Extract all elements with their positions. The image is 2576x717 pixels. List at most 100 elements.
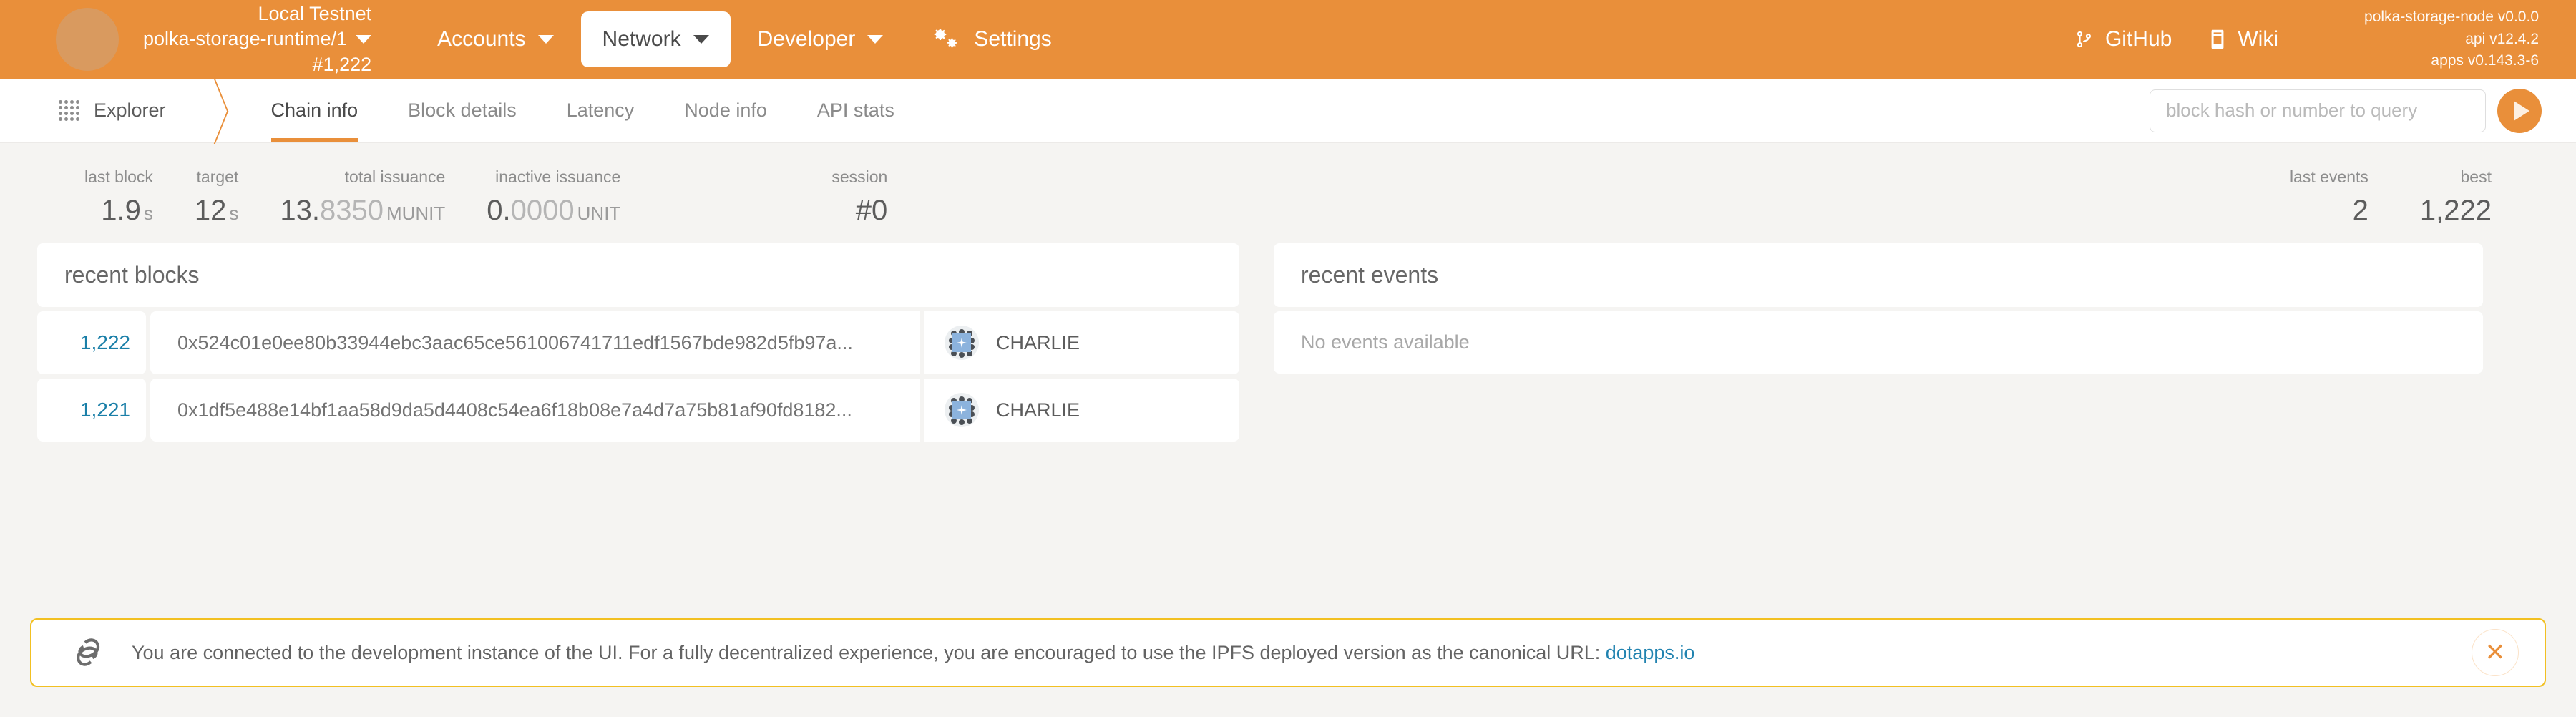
stat-target: target 12 s <box>195 169 239 225</box>
chevron-down-icon <box>867 35 884 44</box>
link-chain-icon <box>77 638 100 666</box>
api-version: api v12.4.2 <box>2465 30 2539 47</box>
stat-unit: s <box>229 203 239 224</box>
stat-session: session #0 <box>831 169 887 225</box>
nav-bar: Explorer Chain info Block details Latenc… <box>0 79 2576 143</box>
menu-item-label: Accounts <box>437 27 526 51</box>
stat-label: total issuance <box>344 167 446 186</box>
stat-number-fraction: 8350 <box>319 195 384 226</box>
external-links: GitHub Wiki <box>2075 27 2278 52</box>
menu-item-settings[interactable]: Settings <box>910 11 1073 67</box>
chain-best-block: #1,222 <box>312 53 372 75</box>
identicon-avatar <box>945 326 979 360</box>
stat-best: best 1,222 <box>2420 169 2492 225</box>
chevron-down-icon <box>693 35 709 44</box>
book-icon <box>2211 29 2224 49</box>
stat-label: last block <box>84 167 153 186</box>
stat-number: 1.9 <box>101 195 141 226</box>
table-row: 1,222 0x524c01e0ee80b33944ebc3aac65ce561… <box>37 311 1239 374</box>
stat-last-events: last events 2 <box>2290 169 2368 225</box>
recent-events-title: recent events <box>1274 243 2483 307</box>
chain-avatar <box>56 8 119 71</box>
tab-label: Latency <box>566 99 635 121</box>
stat-value: 2 <box>2352 195 2368 226</box>
recent-events-panel: recent events No events available <box>1274 243 2483 374</box>
tab-list: Chain info Block details Latency Node in… <box>246 79 919 142</box>
summary-bar: last block 1.9 s target 12 s total issuanc… <box>0 143 2576 243</box>
tab-label: Node info <box>684 99 767 121</box>
breadcrumb-label: Explorer <box>94 99 166 121</box>
tab-label: API stats <box>816 99 894 121</box>
stat-label: best <box>2460 167 2492 186</box>
stat-label: session <box>831 167 888 186</box>
stat-number-whole: 0. <box>487 195 511 226</box>
tab-latency[interactable]: Latency <box>542 79 660 142</box>
author-name: CHARLIE <box>996 331 1080 353</box>
breadcrumb-separator <box>186 79 229 142</box>
chain-runtime: polka-storage-runtime/1 <box>143 26 372 52</box>
tab-chain-info[interactable]: Chain info <box>246 79 384 142</box>
block-number-link[interactable]: 1,222 <box>37 311 146 374</box>
banner-message: You are connected to the development ins… <box>132 642 2472 664</box>
menu-item-label: Settings <box>974 27 1052 51</box>
menu-item-label: Developer <box>757 27 856 51</box>
block-number-link[interactable]: 1,221 <box>37 379 146 442</box>
stat-value: 0.0000 UNIT <box>487 196 620 225</box>
grid-dots-icon <box>59 100 79 121</box>
menu-item-developer[interactable]: Developer <box>736 11 905 67</box>
main-menu: Accounts Network Developer Settings <box>416 11 1073 67</box>
stat-label: last events <box>2289 167 2368 186</box>
menu-item-accounts[interactable]: Accounts <box>416 11 575 67</box>
author-name: CHARLIE <box>996 399 1080 421</box>
recent-blocks-title: recent blocks <box>37 243 1239 307</box>
search-input[interactable] <box>2150 89 2486 132</box>
recent-blocks-table: 1,222 0x524c01e0ee80b33944ebc3aac65ce561… <box>37 311 1239 442</box>
search-submit-button[interactable] <box>2497 88 2542 133</box>
tab-label: Chain info <box>270 99 358 121</box>
tab-label: Block details <box>408 99 517 121</box>
tab-block-details[interactable]: Block details <box>383 79 542 142</box>
node-version: polka-storage-node v0.0.0 <box>2364 9 2539 26</box>
github-link[interactable]: GitHub <box>2075 27 2172 52</box>
stat-total-issuance: total issuance 13.8350 MUNIT <box>280 169 445 225</box>
block-author: CHARLIE <box>924 379 1239 442</box>
tab-node-info[interactable]: Node info <box>659 79 792 142</box>
identicon-avatar <box>945 393 979 427</box>
stat-value: 13.8350 MUNIT <box>280 196 445 225</box>
search-area <box>2150 88 2576 133</box>
table-row: 1,221 0x1df5e488e14bf1aa58d9da5d4408c54e… <box>37 379 1239 442</box>
stat-unit: MUNIT <box>386 203 446 224</box>
tab-api-stats[interactable]: API stats <box>792 79 919 142</box>
dotapps-link[interactable]: dotapps.io <box>1606 642 1695 663</box>
stat-unit: s <box>143 203 153 224</box>
version-info: polka-storage-node v0.0.0 api v12.4.2 ap… <box>2364 6 2539 72</box>
chain-selector[interactable]: Local Testnet polka-storage-runtime/1 #1… <box>56 1 372 78</box>
wiki-link[interactable]: Wiki <box>2209 27 2278 52</box>
chain-name: Local Testnet <box>258 2 372 24</box>
menu-item-network[interactable]: Network <box>580 11 731 67</box>
block-hash[interactable]: 0x524c01e0ee80b33944ebc3aac65ce561006741… <box>150 311 920 374</box>
stat-value: #0 <box>855 195 888 226</box>
stat-label: target <box>196 167 239 186</box>
development-instance-banner: You are connected to the development ins… <box>30 618 2546 687</box>
chevron-down-icon <box>537 35 554 44</box>
stat-value: 12 s <box>195 196 239 225</box>
chevron-down-icon[interactable] <box>356 35 372 44</box>
menu-item-label: Network <box>602 27 681 51</box>
banner-text-before: You are connected to the development ins… <box>132 641 1606 663</box>
play-icon <box>2514 100 2529 121</box>
breadcrumb-explorer[interactable]: Explorer <box>0 79 166 142</box>
stat-number-fraction: 0000 <box>510 195 575 226</box>
main-content: recent blocks 1,222 0x524c01e0ee80b33944… <box>0 243 2576 442</box>
block-hash[interactable]: 0x1df5e488e14bf1aa58d9da5d4408c54ea6f18b… <box>150 379 920 442</box>
chain-info: Local Testnet polka-storage-runtime/1 #1… <box>143 1 372 78</box>
github-label: GitHub <box>2104 27 2172 51</box>
wiki-label: Wiki <box>2238 27 2278 51</box>
stat-number: 12 <box>194 195 227 226</box>
close-icon[interactable]: ✕ <box>2472 629 2519 676</box>
stat-unit: UNIT <box>577 203 621 224</box>
stat-number-whole: 13. <box>280 195 320 226</box>
chain-runtime-label: polka-storage-runtime/1 <box>143 28 348 50</box>
stat-value: 1,222 <box>2419 195 2492 226</box>
recent-blocks-panel: recent blocks 1,222 0x524c01e0ee80b33944… <box>37 243 1239 442</box>
